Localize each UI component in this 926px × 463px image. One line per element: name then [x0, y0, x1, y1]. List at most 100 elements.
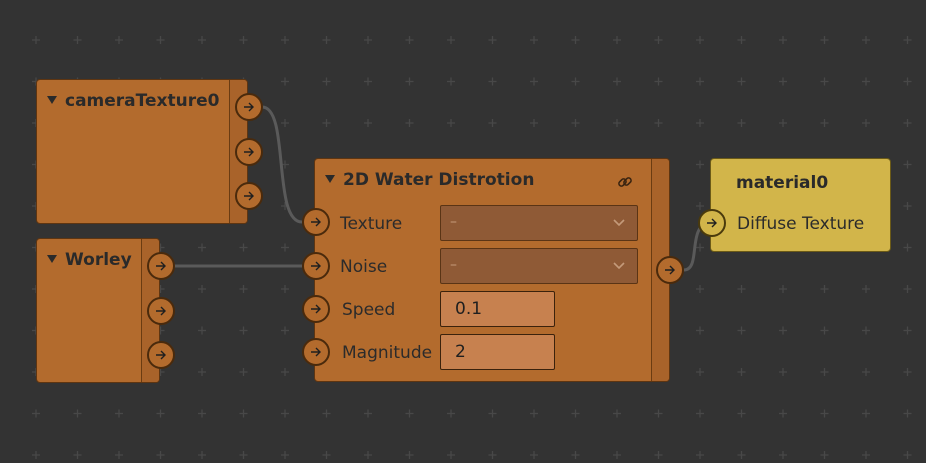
collapse-triangle-icon[interactable]	[47, 96, 57, 104]
grid-cross	[281, 368, 289, 376]
grid-cross	[737, 77, 746, 86]
grid-cross	[654, 119, 663, 127]
noise-param-label: Noise	[340, 257, 388, 277]
grid-cross	[281, 119, 289, 127]
water-distortion-output-port[interactable]	[656, 256, 684, 284]
grid-cross	[613, 409, 621, 418]
grid-cross	[198, 243, 206, 252]
node-title: material0	[736, 173, 829, 193]
grid-cross	[73, 36, 82, 44]
texture-dropdown[interactable]: –	[440, 205, 638, 241]
grid-cross	[198, 451, 206, 459]
speed-param-label: Speed	[342, 300, 396, 320]
grid-cross	[322, 409, 331, 418]
grid-cross	[820, 36, 829, 44]
magnitude-input[interactable]: 2	[440, 334, 555, 370]
grid-cross	[779, 451, 787, 459]
camera-texture-output-port-2[interactable]	[235, 138, 263, 166]
diffuse-texture-label: Diffuse Texture	[737, 214, 865, 234]
grid-cross	[862, 36, 870, 44]
grid-cross	[32, 451, 40, 459]
grid-cross	[613, 77, 621, 86]
grid-cross	[903, 243, 912, 252]
grid-cross	[32, 36, 40, 44]
texture-dropdown-value: –	[450, 214, 457, 230]
speed-input[interactable]: 0.1	[440, 291, 555, 327]
grid-cross	[115, 409, 123, 418]
grid-cross	[156, 36, 165, 44]
grid-cross	[696, 243, 704, 252]
grid-cross	[281, 326, 289, 335]
magnitude-input-port[interactable]	[302, 338, 330, 366]
grid-cross	[903, 202, 912, 210]
worley-node[interactable]: Worley	[36, 238, 160, 383]
noise-dropdown[interactable]: –	[440, 248, 638, 284]
grid-cross	[447, 77, 455, 86]
texture-input-port[interactable]	[302, 208, 330, 236]
worley-output-port-2[interactable]	[147, 297, 175, 325]
grid-cross	[447, 451, 455, 459]
collapse-triangle-icon[interactable]	[47, 255, 57, 263]
grid-cross	[239, 285, 248, 293]
grid-cross	[903, 285, 912, 293]
node-title: cameraTexture0	[47, 91, 219, 111]
grid-cross	[239, 326, 248, 335]
node-title: Worley	[47, 250, 132, 270]
camera-texture-node[interactable]: cameraTexture0	[36, 79, 248, 224]
grid-cross	[115, 451, 123, 459]
material-node[interactable]: material0 Diffuse Texture	[710, 158, 891, 252]
noise-input-port[interactable]	[302, 252, 330, 280]
grid-cross	[488, 36, 497, 44]
grid-cross	[696, 368, 704, 376]
grid-cross	[364, 36, 372, 44]
grid-cross	[530, 119, 538, 127]
grid-cross	[281, 451, 289, 459]
grid-cross	[737, 326, 746, 335]
grid-cross	[779, 368, 787, 376]
grid-cross	[239, 36, 248, 44]
grid-cross	[862, 409, 870, 418]
grid-cross	[696, 202, 704, 210]
grid-cross	[903, 368, 912, 376]
grid-cross	[322, 36, 331, 44]
grid-cross	[281, 243, 289, 252]
grid-cross	[571, 409, 580, 418]
grid-cross	[654, 36, 663, 44]
grid-cross	[903, 451, 912, 459]
grid-cross	[405, 77, 414, 86]
water-distortion-node[interactable]: 2D Water Distrotion Texture Noise Speed …	[314, 158, 670, 382]
grid-cross	[322, 119, 331, 127]
worley-output-port-3[interactable]	[147, 341, 175, 369]
grid-cross	[364, 77, 372, 86]
grid-cross	[239, 243, 248, 252]
speed-input-port[interactable]	[302, 295, 330, 323]
grid-cross	[613, 36, 621, 44]
grid-cross	[696, 326, 704, 335]
node-graph-canvas[interactable]: cameraTexture0 Worley 2D Water Distrotio…	[0, 0, 926, 463]
grid-cross	[364, 451, 372, 459]
grid-cross	[696, 409, 704, 418]
grid-cross	[696, 77, 704, 86]
grid-cross	[156, 409, 165, 418]
grid-cross	[820, 368, 829, 376]
collapse-triangle-icon[interactable]	[325, 175, 335, 183]
camera-texture-output-port-1[interactable]	[235, 93, 263, 121]
grid-cross	[862, 451, 870, 459]
grid-cross	[281, 77, 289, 86]
grid-cross	[447, 36, 455, 44]
grid-cross	[903, 119, 912, 127]
camera-texture-output-port-3[interactable]	[235, 182, 263, 210]
grid-cross	[779, 36, 787, 44]
grid-cross	[73, 451, 82, 459]
grid-cross	[696, 119, 704, 127]
grid-cross	[322, 77, 331, 86]
grid-cross	[779, 119, 787, 127]
grid-cross	[73, 409, 82, 418]
grid-cross	[820, 326, 829, 335]
link-icon[interactable]	[617, 174, 633, 190]
grid-cross	[364, 119, 372, 127]
worley-output-port-1[interactable]	[147, 252, 175, 280]
grid-cross	[488, 451, 497, 459]
diffuse-texture-input-port[interactable]	[698, 209, 726, 237]
grid-cross	[820, 451, 829, 459]
